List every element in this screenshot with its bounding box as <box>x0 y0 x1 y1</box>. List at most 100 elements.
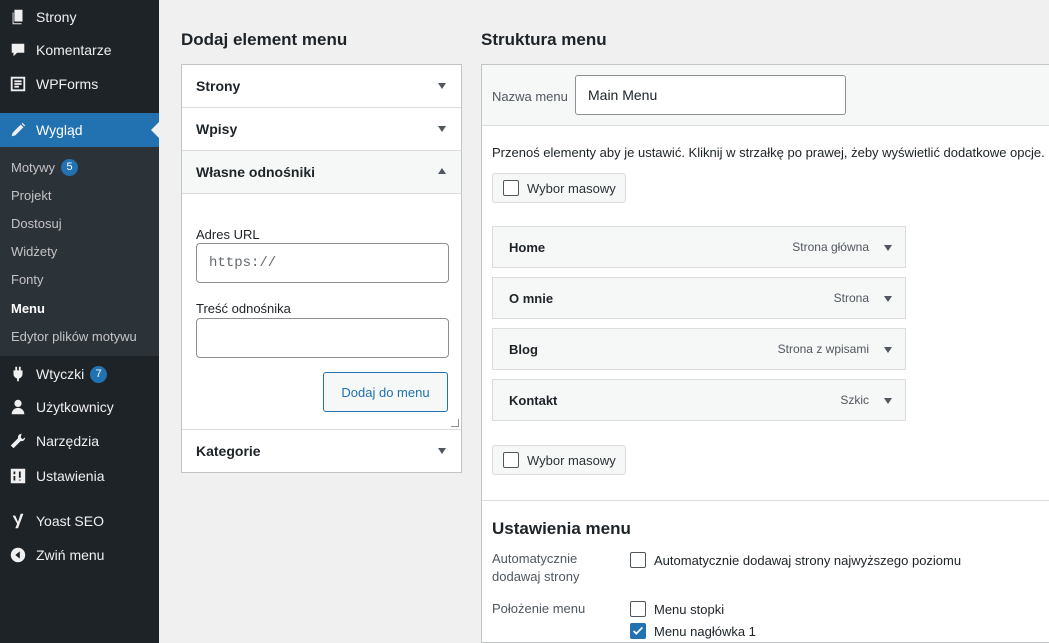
menu-structure-panel: Nazwa menu Main Menu Przenoś elementy ab… <box>481 64 1049 643</box>
menu-item-type: Strona z wpisami <box>777 342 869 356</box>
chevron-down-icon[interactable] <box>884 245 892 251</box>
menu-item-type: Strona główna <box>792 240 869 254</box>
collapse-menu-button[interactable]: Zwiń menu <box>0 538 159 572</box>
sidebar-item-settings[interactable]: Ustawienia <box>0 459 159 493</box>
bulk-select-button-top[interactable]: Wybor masowy <box>492 173 626 203</box>
submenu-item-themes[interactable]: Motywy 5 <box>11 154 79 180</box>
sidebar-item-plugins[interactable]: Wtyczki 7 <box>0 357 159 391</box>
chevron-down-icon <box>438 83 446 89</box>
admin-sidebar: Strony Komentarze WPForms Wygląd Motywy … <box>0 0 159 643</box>
sidebar-item-label: Komentarze <box>36 42 112 58</box>
url-input[interactable]: https:// <box>196 243 449 283</box>
sidebar-item-label: Użytkownicy <box>36 399 114 415</box>
menu-item-home[interactable]: Home Strona główna <box>492 226 906 268</box>
checkmark-icon <box>633 626 643 635</box>
bulk-select-checkbox[interactable] <box>503 180 519 196</box>
add-menu-items-title: Dodaj element menu <box>181 30 348 49</box>
submenu-item-project[interactable]: Projekt <box>11 182 51 208</box>
menu-structure-title: Struktura menu <box>481 30 607 49</box>
tools-icon <box>0 432 36 450</box>
bulk-select-button-bottom[interactable]: Wybor masowy <box>492 445 626 475</box>
menu-name-label: Nazwa menu <box>492 89 568 104</box>
yoast-icon <box>0 512 36 530</box>
submenu-item-fonts[interactable]: Fonty <box>11 266 44 292</box>
location-header-checkbox[interactable] <box>630 623 646 639</box>
add-to-menu-button[interactable]: Dodaj do menu <box>323 372 448 412</box>
bulk-select-label: Wybor masowy <box>527 452 616 468</box>
bulk-select-label: Wybor masowy <box>527 180 616 196</box>
sidebar-item-label: Ustawienia <box>36 468 105 484</box>
sidebar-item-tools[interactable]: Narzędzia <box>0 424 159 458</box>
comments-icon <box>0 41 36 59</box>
accordion-section-label: Własne odnośniki <box>196 164 316 180</box>
menu-item-blog[interactable]: Blog Strona z wpisami <box>492 328 906 370</box>
accordion-section-label: Kategorie <box>196 443 261 459</box>
accordion-section-label: Wpisy <box>196 121 238 137</box>
sidebar-item-label: Zwiń menu <box>36 547 105 563</box>
submenu-item-theme-editor[interactable]: Edytor plików motywu <box>11 323 137 349</box>
chevron-up-icon <box>438 168 446 174</box>
menu-item-title: O mnie <box>509 290 554 306</box>
sidebar-item-comments[interactable]: Komentarze <box>0 33 159 67</box>
sidebar-item-label: Narzędzia <box>36 433 100 449</box>
link-text-input[interactable] <box>196 318 449 358</box>
submenu-item-customize[interactable]: Dostosuj <box>11 210 62 236</box>
sidebar-item-label: Wygląd <box>36 122 83 138</box>
auto-add-pages-label: Automatycznie dodawaj strony najwyższego… <box>654 552 962 568</box>
update-count-badge: 5 <box>61 158 79 176</box>
sidebar-item-appearance[interactable]: Wygląd <box>0 113 159 147</box>
settings-icon <box>0 467 36 485</box>
menu-item-contact[interactable]: Kontakt Szkic <box>492 379 906 421</box>
add-menu-items-accordion: Strony Wpisy Własne odnośniki Adres URL … <box>181 64 462 473</box>
location-label: Menu stopki <box>654 601 725 617</box>
menu-item-title: Kontakt <box>509 392 558 408</box>
location-footer-checkbox[interactable] <box>630 601 646 617</box>
menu-item-type: Szkic <box>840 393 869 407</box>
menu-item-about[interactable]: O mnie Strona <box>492 277 906 319</box>
location-footer-option[interactable]: Menu stopki <box>630 601 724 617</box>
chevron-down-icon <box>438 448 446 454</box>
wpforms-icon <box>0 75 36 93</box>
sidebar-item-wpforms[interactable]: WPForms <box>0 67 159 101</box>
location-header-option[interactable]: Menu nagłówka 1 <box>630 623 756 639</box>
auto-add-pages-checkbox[interactable] <box>630 552 646 568</box>
accordion-section-label: Strony <box>196 78 241 94</box>
chevron-down-icon[interactable] <box>884 398 892 404</box>
plugins-icon <box>0 365 36 383</box>
auto-add-label-line: Automatycznie <box>492 551 578 566</box>
bulk-select-checkbox[interactable] <box>503 452 519 468</box>
menu-instructions: Przenoś elementy aby je ustawić. Kliknij… <box>492 145 1045 160</box>
sidebar-item-label: Yoast SEO <box>36 513 104 529</box>
submenu-item-menu[interactable]: Menu <box>11 295 45 321</box>
menu-location-label: Położenie menu <box>492 601 586 616</box>
accordion-section-custom-links[interactable]: Własne odnośniki <box>182 151 461 194</box>
resize-handle[interactable] <box>451 419 459 427</box>
pages-icon <box>0 8 36 26</box>
menu-item-type: Strona <box>833 291 869 305</box>
menu-name-input[interactable]: Main Menu <box>575 75 846 115</box>
appearance-submenu: Motywy 5 Projekt Dostosuj Widżety Fonty … <box>0 147 159 356</box>
accordion-section-posts[interactable]: Wpisy <box>182 108 461 151</box>
divider <box>482 500 1049 501</box>
auto-add-pages-option[interactable]: Automatycznie dodawaj strony najwyższego… <box>630 552 961 568</box>
menu-item-title: Home <box>509 239 546 255</box>
chevron-down-icon[interactable] <box>884 296 892 302</box>
sidebar-item-users[interactable]: Użytkownicy <box>0 390 159 424</box>
auto-add-label: Automatycznie dodawaj strony <box>492 550 579 586</box>
url-label: Adres URL <box>196 227 260 242</box>
collapse-icon <box>0 546 36 564</box>
submenu-item-label: Motywy <box>11 159 56 175</box>
link-text-label: Treść odnośnika <box>196 301 291 316</box>
chevron-down-icon <box>438 126 446 132</box>
menu-item-title: Blog <box>509 341 538 357</box>
chevron-down-icon[interactable] <box>884 347 892 353</box>
location-label: Menu nagłówka 1 <box>654 623 756 639</box>
menu-name-bar: Nazwa menu Main Menu <box>482 65 1049 126</box>
update-count-badge: 7 <box>90 365 108 383</box>
users-icon <box>0 398 36 416</box>
sidebar-item-yoast[interactable]: Yoast SEO <box>0 504 159 538</box>
accordion-section-pages[interactable]: Strony <box>182 65 461 108</box>
accordion-section-categories[interactable]: Kategorie <box>182 429 461 472</box>
sidebar-item-pages[interactable]: Strony <box>0 0 159 34</box>
submenu-item-widgets[interactable]: Widżety <box>11 238 57 264</box>
